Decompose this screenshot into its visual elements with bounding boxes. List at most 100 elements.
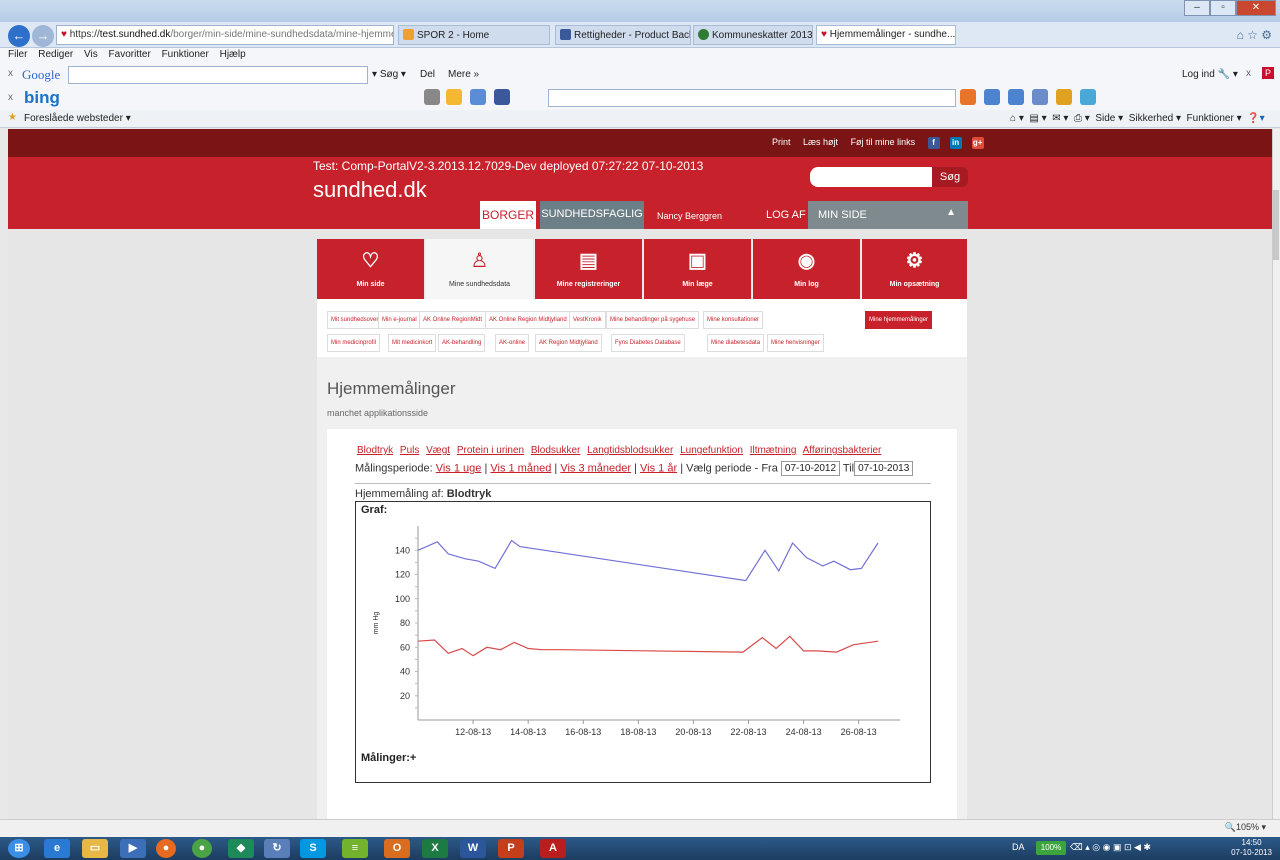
subnav-e-journal[interactable]: Min e-journal xyxy=(378,311,421,329)
close-toolbar-icon[interactable]: x xyxy=(8,92,13,103)
bing-search-input[interactable] xyxy=(548,89,956,107)
command-funktioner[interactable]: Funktioner xyxy=(1187,113,1234,124)
tab-mine-registreringer[interactable]: ▤ Mine registreringer xyxy=(535,239,643,299)
subnav-hjemmemaalinger[interactable]: Mine hjemmemålinger xyxy=(865,311,933,329)
tab-kommuneskatter[interactable]: Kommuneskatter 2013 xyxy=(693,25,813,45)
subnav-ak-online-regionmidt[interactable]: AK Online RegionMidt xyxy=(419,311,487,329)
tray-icons[interactable]: ⌫ ▴ ◎ ◉ ▣ ⊡ ◀ ✱ xyxy=(1070,842,1151,853)
close-toolbar-icon[interactable]: x xyxy=(8,68,13,79)
subnav-ak-behandling[interactable]: AK-behandling xyxy=(438,334,486,352)
weather-icon[interactable] xyxy=(446,89,462,105)
explorer-icon[interactable]: ▭ xyxy=(82,839,108,858)
sparkle-icon[interactable] xyxy=(1056,89,1072,105)
add-to-links-link[interactable]: Føj til mine links xyxy=(851,137,916,147)
feeds-icon[interactable]: ▤ ▾ xyxy=(1029,113,1046,124)
ie-icon[interactable]: e xyxy=(44,839,70,858)
measurements-toggle[interactable]: Målinger:+ xyxy=(361,752,416,764)
like-icon[interactable] xyxy=(984,89,1000,105)
subnav-ak-region-midtjylland[interactable]: AK Region Midtjylland xyxy=(535,334,602,352)
print-icon[interactable]: ⎙ ▾ xyxy=(1074,113,1090,124)
language-indicator[interactable]: DA xyxy=(1012,842,1025,852)
tray-zoom-indicator[interactable]: 100% xyxy=(1036,841,1066,855)
maximize-button[interactable]: ▫ xyxy=(1210,0,1236,16)
period-1-month[interactable]: Vis 1 måned xyxy=(490,462,551,474)
tab-rettigheder[interactable]: Rettigheder - Product Backlog ... xyxy=(555,25,691,45)
trend-icon[interactable] xyxy=(1080,89,1096,105)
to-date-input[interactable]: 07-10-2013 xyxy=(854,461,914,476)
cat-afforingsbakterier[interactable]: Afføringsbakterier xyxy=(803,445,882,456)
subnav-vestkronik[interactable]: VestKronik xyxy=(569,311,606,329)
news-icon[interactable] xyxy=(424,89,440,105)
back-button[interactable]: ← xyxy=(8,25,30,47)
facebook-icon[interactable] xyxy=(494,89,510,105)
period-1-week[interactable]: Vis 1 uge xyxy=(436,462,482,474)
minimize-button[interactable]: – xyxy=(1184,0,1210,16)
period-1-year[interactable]: Vis 1 år xyxy=(640,462,677,474)
system-clock[interactable]: 14:50 07-10-2013 xyxy=(1231,838,1272,858)
chat-icon[interactable] xyxy=(1008,89,1024,105)
subnav-ak-online[interactable]: AK-online xyxy=(495,334,530,352)
rewards-icon[interactable] xyxy=(1032,89,1048,105)
logout-link[interactable]: LOG AF xyxy=(766,209,806,221)
firefox-icon[interactable]: ● xyxy=(156,839,176,858)
tab-min-side[interactable]: ♡ Min side xyxy=(317,239,425,299)
site-search-input[interactable] xyxy=(810,167,932,187)
subnav-konsultationer[interactable]: Mine konsultationer xyxy=(703,311,764,329)
close-toolbar-icon[interactable]: x xyxy=(1246,68,1251,79)
help-icon[interactable]: ❓▾ xyxy=(1247,113,1264,124)
word-icon[interactable]: W xyxy=(460,839,486,858)
google-search-button[interactable]: ▾ Søg ▾ xyxy=(372,69,406,80)
mail-icon[interactable]: ✉ ▾ xyxy=(1052,113,1068,124)
subnav-fyns-diabetes[interactable]: Fyns Diabetes Database xyxy=(611,334,685,352)
scrollbar-thumb[interactable] xyxy=(1273,190,1279,260)
menu-filer[interactable]: Filer xyxy=(8,49,27,60)
subnav-henvisninger[interactable]: Mine henvisninger xyxy=(767,334,824,352)
googleplus-share-icon[interactable]: g+ xyxy=(971,137,984,149)
forward-button[interactable]: → xyxy=(32,25,54,47)
pinterest-icon[interactable]: P xyxy=(1262,67,1274,79)
read-aloud-link[interactable]: Læs højt xyxy=(803,137,838,147)
google-share-button[interactable]: Del xyxy=(420,69,435,80)
menu-rediger[interactable]: Rediger xyxy=(38,49,73,60)
print-link[interactable]: Print xyxy=(772,137,791,147)
maps-icon[interactable] xyxy=(470,89,486,105)
app-icon[interactable]: ◆ xyxy=(228,839,254,858)
facebook-share-icon[interactable]: f xyxy=(927,137,940,149)
command-sikkerhed[interactable]: Sikkerhed xyxy=(1129,113,1173,124)
cat-blodtryk[interactable]: Blodtryk xyxy=(357,445,393,456)
bing-search-button[interactable] xyxy=(960,89,976,105)
menu-vis[interactable]: Vis xyxy=(84,49,98,60)
media-icon[interactable]: ▶ xyxy=(120,839,146,858)
sundhedsfaglig-button[interactable]: SUNDHEDSFAGLIG xyxy=(540,201,644,229)
site-search-button[interactable]: Søg xyxy=(932,167,968,187)
linkedin-share-icon[interactable]: in xyxy=(949,137,962,149)
chrome-icon[interactable]: ● xyxy=(192,839,212,858)
cat-vaegt[interactable]: Vægt xyxy=(426,445,450,456)
close-window-button[interactable]: ✕ xyxy=(1236,0,1276,16)
home-star-gear-icons[interactable]: ⌂ ☆ ⚙ xyxy=(1237,28,1272,42)
tab-min-laege[interactable]: ▣ Min læge xyxy=(644,239,752,299)
tab-min-opsaetning[interactable]: ⚙ Min opsætning xyxy=(862,239,967,299)
address-bar[interactable]: ♥ https://test.sundhed.dk/borger/min-sid… xyxy=(56,25,394,45)
powerpoint-icon[interactable]: P xyxy=(498,839,524,858)
cat-lungefunktion[interactable]: Lungefunktion xyxy=(680,445,743,456)
from-date-input[interactable]: 07-10-2012 xyxy=(780,461,841,476)
excel-icon[interactable]: X xyxy=(422,839,448,858)
favorites-star-icon[interactable]: ★ xyxy=(8,112,17,123)
min-side-dropdown[interactable]: MIN SIDE ▲ xyxy=(808,201,968,229)
skype-icon[interactable]: S xyxy=(300,839,326,858)
google-search-input[interactable] xyxy=(68,66,368,84)
cat-langtidsblodsukker[interactable]: Langtidsblodsukker xyxy=(587,445,673,456)
command-side[interactable]: Side xyxy=(1095,113,1115,124)
start-icon[interactable]: ⊞ xyxy=(8,839,30,858)
subnav-ak-online-midtjylland[interactable]: AK Online Region Midtjylland xyxy=(485,311,571,329)
subnav-behandlinger[interactable]: Mine behandlinger på sygehuse xyxy=(606,311,700,329)
tab-spor2[interactable]: SPOR 2 - Home xyxy=(398,25,550,45)
cat-puls[interactable]: Puls xyxy=(400,445,419,456)
tab-mine-sundhedsdata[interactable]: ♙ Mine sundhedsdata xyxy=(426,239,534,299)
acrobat-icon[interactable]: A xyxy=(540,839,566,858)
site-logo[interactable]: sundhed.dk xyxy=(313,177,427,203)
borger-button[interactable]: BORGER xyxy=(480,201,536,229)
google-login-link[interactable]: Log ind 🔧 ▾ xyxy=(1182,69,1238,80)
home-icon[interactable]: ⌂ ▾ xyxy=(1010,113,1024,124)
